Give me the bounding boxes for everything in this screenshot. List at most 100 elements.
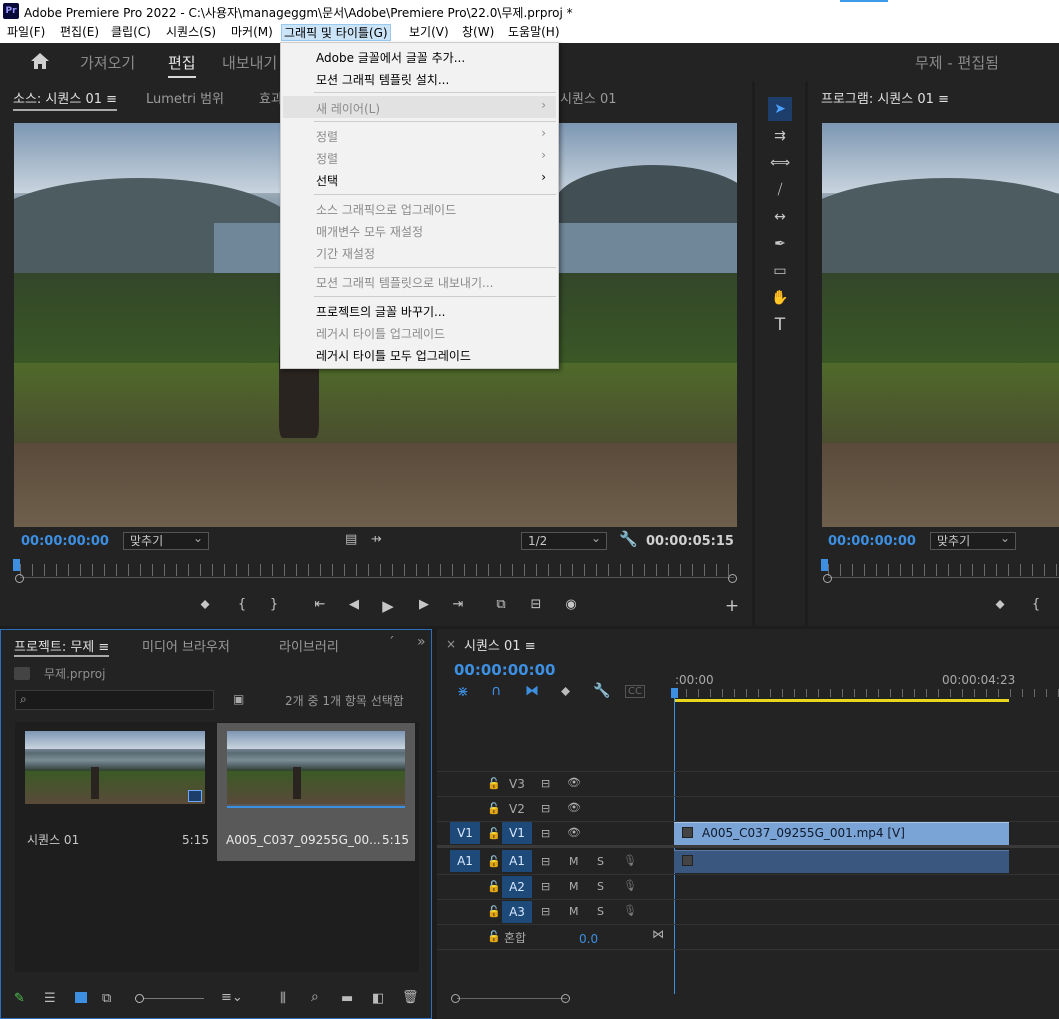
home-icon[interactable] <box>30 52 50 70</box>
menu-file[interactable]: 파일(F) <box>5 24 47 41</box>
trash-icon[interactable]: 🗑 <box>402 990 419 1005</box>
go-to-out-icon[interactable]: ⇥ <box>448 597 468 612</box>
workspace-tab-edit[interactable]: 편집 <box>168 52 196 73</box>
more-panels-icon[interactable]: » <box>417 634 426 650</box>
source-zoom-bar[interactable] <box>20 577 734 578</box>
pen-tool-icon[interactable]: ✒ <box>768 232 792 256</box>
tab-source[interactable]: 소스: 시퀀스 01 ≡ <box>13 88 118 111</box>
audio-clip[interactable] <box>674 850 1009 873</box>
tab-program[interactable]: 프로그램: 시퀀스 01 ≡ <box>821 88 949 107</box>
menu-item-add-adobe-fonts[interactable]: Adobe 글꼴에서 글꼴 추가... <box>316 49 465 66</box>
menu-item-replace-fonts[interactable]: 프로젝트의 글꼴 바꾸기... <box>316 303 445 320</box>
source-ruler[interactable] <box>20 564 736 576</box>
sort-icons-icon[interactable]: ≡⌄ <box>221 990 243 1005</box>
list-view-icon[interactable]: ☰ <box>44 991 56 1006</box>
camera-icon[interactable]: ◉ <box>561 597 581 612</box>
program-playhead[interactable] <box>821 559 828 571</box>
project-search-input[interactable]: ⌕ <box>15 690 214 710</box>
add-marker-icon[interactable]: ⬥ <box>990 597 1010 612</box>
timeline-settings-icon[interactable]: 🔧 <box>593 683 610 699</box>
menu-item-install-mogrt[interactable]: 모션 그래픽 템플릿 설치... <box>316 71 449 88</box>
source-patch-v1[interactable]: V1 <box>450 822 480 844</box>
go-to-in-icon[interactable]: ⇤ <box>310 597 330 612</box>
lock-icon[interactable]: 🔓 <box>487 827 501 840</box>
solo-button[interactable]: S <box>597 880 604 893</box>
lock-icon[interactable]: 🔓 <box>487 930 501 943</box>
step-forward-icon[interactable]: ▶ <box>414 597 434 612</box>
menu-window[interactable]: 창(W) <box>460 24 496 41</box>
menu-item-select[interactable]: 선택 <box>316 172 338 189</box>
type-tool-icon[interactable]: T <box>768 313 792 337</box>
nest-toggle-icon[interactable]: ⋇ <box>457 684 469 700</box>
microphone-icon[interactable]: 🎙 <box>623 879 637 892</box>
tab-lumetri-scopes[interactable]: Lumetri 범위 <box>146 88 224 107</box>
play-icon[interactable]: ▶ <box>378 597 398 615</box>
source-timecode[interactable]: 00:00:00:00 <box>21 534 109 549</box>
menu-item-align[interactable]: 정렬 <box>316 128 338 145</box>
add-button-icon[interactable]: + <box>722 596 742 616</box>
menu-view[interactable]: 보기(V) <box>407 24 451 41</box>
zoom-slider-handle[interactable] <box>135 994 144 1003</box>
source-fit-dropdown[interactable]: 맞추기 <box>123 531 209 550</box>
mute-button[interactable]: M <box>569 880 579 893</box>
lock-icon[interactable]: 🔓 <box>487 855 501 868</box>
eye-icon[interactable]: 👁 <box>567 826 581 839</box>
video-audio-divider[interactable] <box>437 845 1059 848</box>
menu-marker[interactable]: 마커(M) <box>229 24 275 41</box>
tab-project[interactable]: 프로젝트: 무제 ≡ <box>14 636 110 657</box>
find-icon[interactable]: ⌕ <box>311 989 319 1005</box>
mix-value[interactable]: 0.0 <box>579 932 598 946</box>
track-label[interactable]: V3 <box>509 777 525 791</box>
write-enable-icon[interactable]: ✎ <box>14 991 25 1006</box>
sync-lock-icon[interactable]: ⊟ <box>541 905 550 918</box>
new-bin-icon[interactable]: ▬ <box>341 991 353 1006</box>
sync-lock-icon[interactable]: ⊟ <box>541 827 550 840</box>
zoom-handle-left[interactable] <box>15 574 24 583</box>
add-marker-icon[interactable]: ⬥ <box>561 684 570 699</box>
source-playhead[interactable] <box>13 559 20 571</box>
microphone-icon[interactable]: 🎙 <box>623 904 637 917</box>
menu-sequence[interactable]: 시퀀스(S) <box>164 24 218 41</box>
panel-menu-icon[interactable]: ≡ <box>938 92 949 107</box>
step-back-icon[interactable]: ◀ <box>344 597 364 612</box>
lock-icon[interactable]: 🔓 <box>487 802 501 815</box>
sync-lock-icon[interactable]: ⊟ <box>541 880 550 893</box>
source-resolution-dropdown[interactable]: 1/2 <box>521 531 607 550</box>
selection-tool-icon[interactable]: ➤ <box>768 97 792 121</box>
track-target-a3[interactable]: A3 <box>502 901 532 923</box>
menu-item-export-mogrt[interactable]: 모션 그래픽 템플릿으로 내보내기... <box>316 274 493 291</box>
zoom-handle-right[interactable] <box>728 574 737 583</box>
workspace-tab-import[interactable]: 가져오기 <box>80 52 135 73</box>
captions-icon[interactable]: CC <box>625 685 645 698</box>
icon-view-icon[interactable] <box>75 992 87 1003</box>
track-select-tool-icon[interactable]: ⇉ <box>768 124 792 148</box>
snap-magnet-icon[interactable]: ∩ <box>491 683 501 699</box>
zoom-slider[interactable] <box>144 998 204 999</box>
panel-menu-icon[interactable]: ≡ <box>525 639 536 654</box>
track-target-a2[interactable]: A2 <box>502 876 532 898</box>
ripple-edit-tool-icon[interactable]: ⟺ <box>768 151 792 175</box>
track-target-a1[interactable]: A1 <box>502 850 532 872</box>
razor-tool-icon[interactable]: ⧸ <box>768 178 792 202</box>
panel-menu-icon[interactable]: ≡ <box>106 92 117 107</box>
menu-graphics-titles[interactable]: 그래픽 및 타이틀(G) <box>281 24 391 41</box>
slip-tool-icon[interactable]: ↔ <box>768 205 792 229</box>
menu-edit[interactable]: 편집(E) <box>58 24 101 41</box>
mute-button[interactable]: M <box>569 855 579 868</box>
new-bin-from-search-icon[interactable]: ▣ <box>233 692 244 706</box>
linked-selection-icon[interactable]: ⧓ <box>525 683 539 699</box>
insert-icon[interactable]: ⧉ <box>491 597 511 612</box>
menu-item-new-layer[interactable]: 새 레이어(L) <box>316 100 380 117</box>
tab-hidden-sequence[interactable]: 시퀀스 01 <box>560 88 617 107</box>
mute-button[interactable]: M <box>569 905 579 918</box>
zoom-handle-left[interactable] <box>823 574 832 583</box>
menu-help[interactable]: 도움말(H) <box>506 24 562 41</box>
automate-to-sequence-icon[interactable]: ⫼ <box>280 991 286 1006</box>
tab-overflow[interactable]: ˊ <box>388 636 395 651</box>
timeline-zoom-bar[interactable] <box>457 998 567 999</box>
menu-item-upgrade-to-source-graphic[interactable]: 소스 그래픽으로 업그레이드 <box>316 201 456 218</box>
overwrite-icon[interactable]: ⊟ <box>526 597 546 612</box>
timeline-timecode[interactable]: 00:00:00:00 <box>454 661 556 679</box>
wrench-icon[interactable]: 🔧 <box>619 530 638 548</box>
track-target-v1[interactable]: V1 <box>502 822 532 844</box>
